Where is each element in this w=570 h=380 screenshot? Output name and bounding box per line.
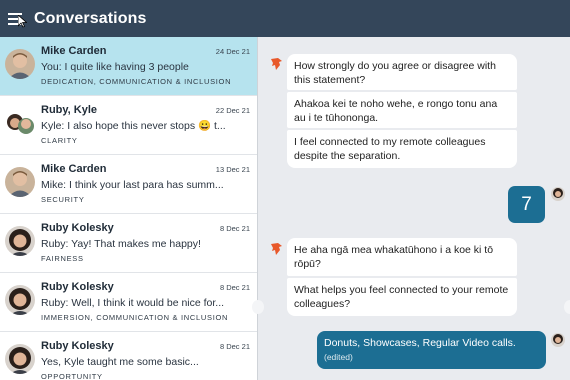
question-bubble: I feel connected to my remote colleagues… <box>287 130 517 168</box>
scroll-hint <box>564 300 570 314</box>
conversation-item[interactable]: Mike Carden 13 Dec 21 Mike: I think your… <box>0 155 257 214</box>
avatar <box>5 49 35 79</box>
avatar <box>5 167 35 197</box>
conversation-preview: Kyle: I also hope this never stops 😀 t..… <box>41 120 226 132</box>
question-text: I feel connected to my remote colleagues… <box>294 136 486 162</box>
conversation-tags: DEDICATION, COMMUNICATION & INCLUSION <box>41 77 232 86</box>
mouse-cursor-icon <box>18 15 27 28</box>
rating-answer-bubble: 7 <box>508 186 545 223</box>
conversation-item[interactable]: Ruby Kolesky 8 Dec 21 Yes, Kyle taught m… <box>0 332 257 380</box>
bot-logo-icon <box>271 243 282 255</box>
edited-label: (edited) <box>324 352 353 362</box>
reply-text: Donuts, Showcases, Regular Video calls. <box>324 337 516 349</box>
question-bubble: He aha ngā mea whakatūhono i a koe ki tō… <box>287 238 517 276</box>
question-bubble: How strongly do you agree or disagree wi… <box>287 54 517 90</box>
conversation-date: 24 Dec 21 <box>215 47 250 56</box>
conversation-name: Ruby Kolesky <box>41 340 114 352</box>
conversation-tags: SECURITY <box>41 195 85 204</box>
question-bubble: Ahakoa kei te noho wehe, e rongo tonu an… <box>287 92 517 128</box>
conversation-preview: You: I quite like having 3 people <box>41 61 189 73</box>
question-text: Ahakoa kei te noho wehe, e rongo tonu an… <box>294 98 498 124</box>
conversation-date: 8 Dec 21 <box>219 283 250 292</box>
page-title: Conversations <box>34 9 147 27</box>
conversation-item[interactable]: Ruby, Kyle 22 Dec 21 Kyle: I also hope t… <box>0 96 257 155</box>
conversation-date: 8 Dec 21 <box>219 342 250 351</box>
conversation-tags: FAIRNESS <box>41 254 84 263</box>
conversation-preview: Yes, Kyle taught me some basic... <box>41 356 199 368</box>
conversation-tags: IMMERSION, COMMUNICATION & INCLUSION <box>41 313 229 322</box>
conversation-name: Ruby Kolesky <box>41 281 114 293</box>
user-avatar <box>551 333 565 347</box>
avatar <box>5 344 35 374</box>
conversation-name: Ruby Kolesky <box>41 222 114 234</box>
conversation-tags: CLARITY <box>41 136 78 145</box>
scroll-hint <box>252 300 264 314</box>
conversation-date: 13 Dec 21 <box>215 165 250 174</box>
conversation-preview: Ruby: Well, I think it would be nice for… <box>41 297 225 309</box>
conversation-item[interactable]: Ruby Kolesky 8 Dec 21 Ruby: Yay! That ma… <box>0 214 257 273</box>
chat-panel: How strongly do you agree or disagree wi… <box>252 37 570 380</box>
conversation-preview: Ruby: Yay! That makes me happy! <box>41 238 201 250</box>
conversation-preview: Mike: I think your last para has summ... <box>41 179 224 191</box>
bot-logo-icon <box>271 58 282 70</box>
avatar <box>5 108 35 138</box>
avatar <box>5 285 35 315</box>
avatar <box>5 226 35 256</box>
question-text: How strongly do you agree or disagree wi… <box>294 60 496 86</box>
question-text: What helps you feel connected to your re… <box>294 284 509 310</box>
question-bubble: What helps you feel connected to your re… <box>287 278 517 316</box>
conversation-tags: OPPORTUNITY <box>41 372 103 380</box>
user-avatar <box>551 187 565 201</box>
question-text: He aha ngā mea whakatūhono i a koe ki tō… <box>294 244 494 270</box>
conversation-date: 22 Dec 21 <box>215 106 250 115</box>
conversation-date: 8 Dec 21 <box>219 224 250 233</box>
conversation-list: Mike Carden 24 Dec 21 You: I quite like … <box>0 37 258 380</box>
app-header: Conversations <box>0 0 570 37</box>
conversation-item[interactable]: Mike Carden 24 Dec 21 You: I quite like … <box>0 37 257 96</box>
reply-bubble[interactable]: Donuts, Showcases, Regular Video calls. … <box>317 331 546 369</box>
conversation-item[interactable]: Ruby Kolesky 8 Dec 21 Ruby: Well, I thin… <box>0 273 257 332</box>
